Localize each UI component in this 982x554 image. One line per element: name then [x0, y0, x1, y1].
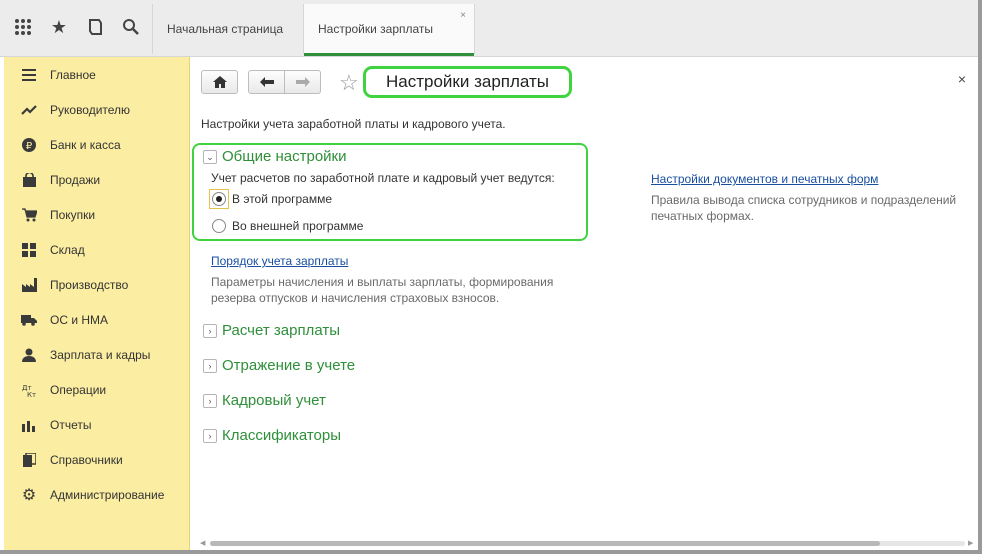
sidebar-item-references[interactable]: Справочники	[4, 445, 190, 475]
payroll-calc-expander-icon[interactable]: ›	[203, 324, 217, 338]
window-frame-right	[978, 0, 982, 554]
shopping-cart-icon	[21, 207, 37, 223]
tab-home[interactable]: Начальная страница	[152, 4, 303, 54]
payroll-order-desc-line1: Параметры начисления и выплаты зарплаты,…	[211, 275, 554, 289]
factory-icon	[21, 277, 37, 293]
sidebar-item-purchases[interactable]: Покупки	[4, 200, 190, 230]
sidebar-item-label: Зарплата и кадры	[50, 348, 151, 362]
search-icon[interactable]	[118, 14, 144, 40]
menu-lines-icon	[21, 67, 37, 83]
scroll-thumb[interactable]	[210, 541, 880, 546]
sidebar-item-label: Операции	[50, 383, 107, 397]
sidebar-item-fixed-assets[interactable]: ОС и НМА	[4, 305, 190, 335]
payroll-order-link[interactable]: Порядок учета зарплаты	[211, 254, 348, 268]
sidebar-item-label: Производство	[50, 278, 129, 292]
payroll-order-desc-line2: резерва отпусков и начисления страховых …	[211, 291, 500, 305]
tab-payroll-settings[interactable]: Настройки зарплаты ×	[303, 4, 475, 56]
tab-payroll-settings-label: Настройки зарплаты	[318, 22, 434, 36]
docs-settings-desc-line2: печатных формах.	[651, 209, 754, 223]
arrow-left-icon	[259, 77, 274, 87]
sidebar-item-label: Отчеты	[50, 418, 92, 432]
gear-icon: ⚙	[21, 487, 37, 504]
sidebar-item-label: Администрирование	[50, 488, 165, 502]
section-hr-accounting[interactable]: Кадровый учет	[222, 392, 326, 409]
sidebar-item-warehouse[interactable]: Склад	[4, 235, 190, 265]
sidebar-item-label: Справочники	[50, 453, 123, 467]
ruble-coin-icon: ₽	[21, 137, 37, 153]
accounting-question: Учет расчетов по заработной плате и кадр…	[211, 171, 555, 185]
sidebar-item-production[interactable]: Производство	[4, 270, 190, 300]
home-icon	[212, 76, 227, 88]
sidebar-item-administration[interactable]: ⚙ Администрирование	[4, 480, 190, 510]
horizontal-scrollbar[interactable]: ◀ ▶	[198, 539, 978, 547]
page-subtitle: Настройки учета заработной платы и кадро…	[201, 117, 506, 131]
close-icon[interactable]: ×	[958, 71, 966, 87]
sidebar-item-sales[interactable]: Продажи	[4, 165, 190, 195]
radio-external-program-label[interactable]: Во внешней программе	[232, 219, 363, 233]
sidebar-item-label: Банк и касса	[50, 138, 121, 152]
radio-external-program[interactable]	[212, 219, 226, 233]
back-button[interactable]	[248, 70, 285, 94]
docs-settings-link[interactable]: Настройки документов и печатных форм	[651, 172, 878, 186]
sidebar-item-label: Главное	[50, 68, 96, 82]
favorites-star-icon[interactable]: ★	[46, 14, 72, 40]
page-title: Настройки зарплаты	[363, 66, 572, 98]
sidebar-item-manager[interactable]: Руководителю	[4, 95, 190, 125]
radio-this-program[interactable]	[212, 192, 226, 206]
shopping-bag-icon	[21, 172, 37, 188]
sidebar-item-reports[interactable]: Отчеты	[4, 410, 190, 440]
section-payroll-calc[interactable]: Расчет зарплаты	[222, 322, 340, 339]
page-title-text: Настройки зарплаты	[386, 72, 549, 91]
history-icon[interactable]	[82, 14, 108, 40]
sidebar-item-main[interactable]: Главное	[4, 60, 190, 90]
apps-grid-icon[interactable]	[10, 14, 36, 40]
hr-accounting-expander-icon[interactable]: ›	[203, 394, 217, 408]
person-icon	[21, 347, 37, 363]
general-settings-expander-icon[interactable]: ⌄	[203, 150, 217, 164]
arrow-right-icon	[295, 77, 310, 87]
svg-text:Кт: Кт	[27, 391, 36, 397]
top-bar: ★ Начальная страница Настройки зарплаты …	[0, 0, 982, 57]
accounting-reflection-expander-icon[interactable]: ›	[203, 359, 217, 373]
scroll-right-icon[interactable]: ▶	[968, 539, 973, 547]
classifiers-expander-icon[interactable]: ›	[203, 429, 217, 443]
home-button[interactable]	[201, 70, 238, 94]
tab-close-icon[interactable]: ×	[460, 10, 466, 21]
tab-home-label: Начальная страница	[167, 22, 284, 36]
warehouse-grid-icon	[21, 242, 37, 258]
main-panel: ☆ Настройки зарплаты × Настройки учета з…	[190, 57, 978, 550]
sidebar-item-bank[interactable]: ₽ Банк и касса	[4, 130, 190, 160]
favorite-star-icon[interactable]: ☆	[339, 70, 359, 96]
sidebar-item-label: Продажи	[50, 173, 101, 187]
sidebar-item-label: Покупки	[50, 208, 96, 222]
section-classifiers[interactable]: Классификаторы	[222, 427, 341, 444]
books-icon	[21, 452, 37, 468]
sidebar-item-label: Руководителю	[50, 103, 131, 117]
forward-button[interactable]	[284, 70, 321, 94]
sidebar-item-label: ОС и НМА	[50, 313, 109, 327]
sidebar-item-operations[interactable]: Дт Кт Операции	[4, 375, 190, 405]
bar-chart-icon	[21, 417, 37, 433]
sidebar-item-label: Склад	[50, 243, 85, 257]
trend-chart-icon	[21, 102, 37, 118]
scroll-left-icon[interactable]: ◀	[200, 539, 205, 547]
section-accounting-reflection[interactable]: Отражение в учете	[222, 357, 355, 374]
general-settings-title[interactable]: Общие настройки	[222, 148, 347, 165]
window-frame-bottom	[0, 550, 982, 554]
sidebar: Главное Руководителю ₽ Банк и касса Прод…	[4, 57, 190, 550]
docs-settings-desc-line1: Правила вывода списка сотрудников и подр…	[651, 193, 957, 207]
truck-icon	[21, 312, 37, 328]
debit-credit-icon: Дт Кт	[21, 382, 37, 398]
radio-this-program-label[interactable]: В этой программе	[232, 192, 332, 206]
svg-text:₽: ₽	[26, 141, 33, 152]
sidebar-item-payroll[interactable]: Зарплата и кадры	[4, 340, 190, 370]
